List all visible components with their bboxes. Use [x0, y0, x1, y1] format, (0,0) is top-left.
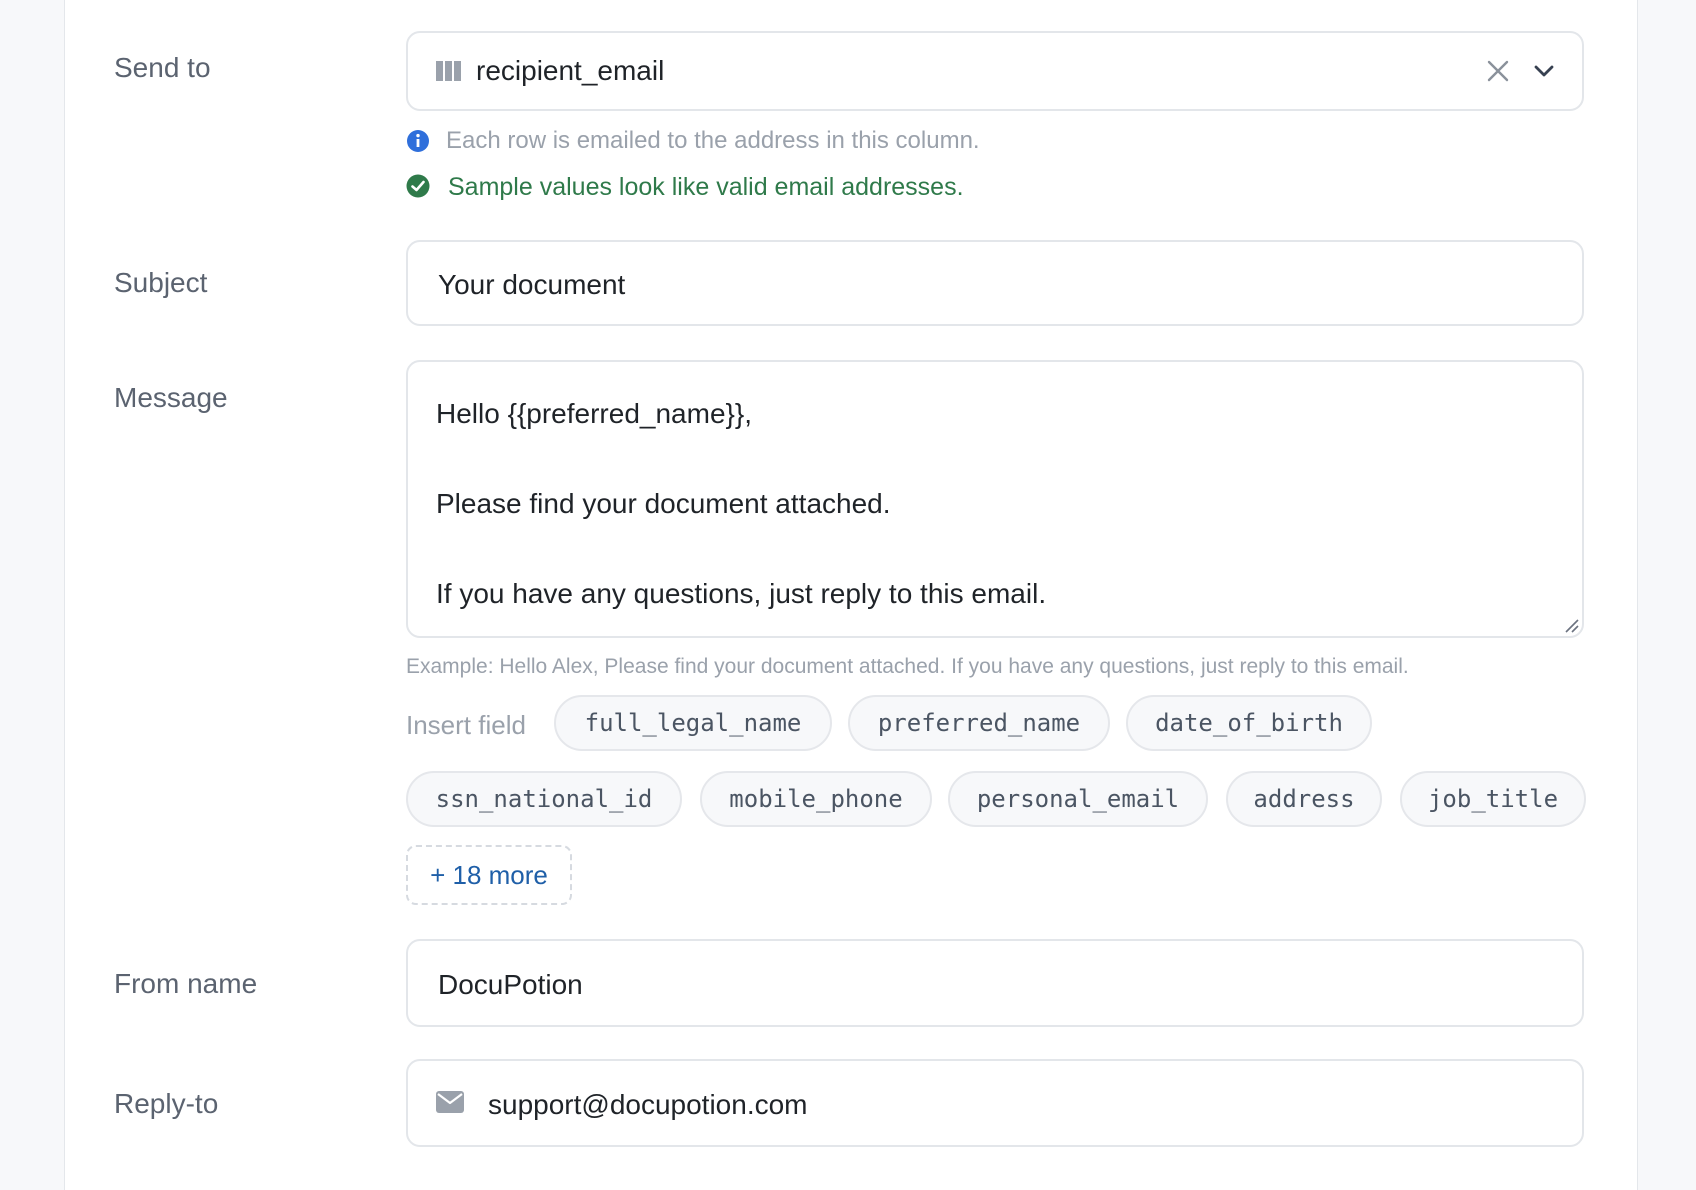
chip-address[interactable]: address [1226, 771, 1382, 827]
more-fields-button[interactable]: + 18 more [406, 845, 572, 905]
chevron-down-icon[interactable] [1532, 63, 1556, 84]
chip-ssn-national-id[interactable]: ssn_national_id [406, 771, 682, 827]
chip-full-legal-name[interactable]: full_legal_name [554, 695, 832, 751]
chip-job-title[interactable]: job_title [1400, 771, 1586, 827]
chip-mobile-phone[interactable]: mobile_phone [700, 771, 932, 827]
mail-icon [436, 1091, 464, 1118]
resize-handle-icon[interactable] [1564, 618, 1580, 639]
clear-icon[interactable] [1486, 59, 1510, 88]
send-to-select[interactable]: recipient_email [406, 31, 1584, 111]
from-name-value: DocuPotion [438, 969, 583, 1000]
send-to-value: recipient_email [476, 55, 665, 86]
subject-input[interactable]: Your document [406, 240, 1584, 326]
column-icon [436, 61, 462, 86]
info-icon [406, 129, 430, 158]
subject-label: Subject [114, 267, 208, 298]
send-to-info-hint: Each row is emailed to the address in th… [446, 127, 980, 154]
send-to-label: Send to [114, 52, 211, 83]
send-to-success-hint: Sample values look like valid email addr… [448, 173, 964, 201]
reply-to-label: Reply-to [114, 1088, 219, 1119]
message-textarea[interactable]: Hello {{preferred_name}}, Please find yo… [406, 360, 1584, 638]
chip-preferred-name[interactable]: preferred_name [848, 695, 1110, 751]
message-line-3: If you have any questions, just reply to… [436, 578, 1047, 609]
message-label: Message [114, 382, 228, 413]
subject-value: Your document [438, 269, 626, 300]
chip-personal-email[interactable]: personal_email [948, 771, 1208, 827]
from-name-label: From name [114, 968, 258, 999]
reply-to-value: support@docupotion.com [488, 1089, 808, 1120]
from-name-input[interactable]: DocuPotion [406, 939, 1584, 1027]
message-line-2: Please find your document attached. [436, 488, 891, 519]
message-example: Example: Hello Alex, Please find your do… [406, 655, 1409, 678]
chip-date-of-birth[interactable]: date_of_birth [1126, 695, 1372, 751]
message-line-1: Hello {{preferred_name}}, [436, 398, 752, 429]
reply-to-input[interactable]: support@docupotion.com [406, 1059, 1584, 1147]
check-circle-icon [406, 174, 430, 203]
insert-field-label: Insert field [406, 710, 526, 740]
